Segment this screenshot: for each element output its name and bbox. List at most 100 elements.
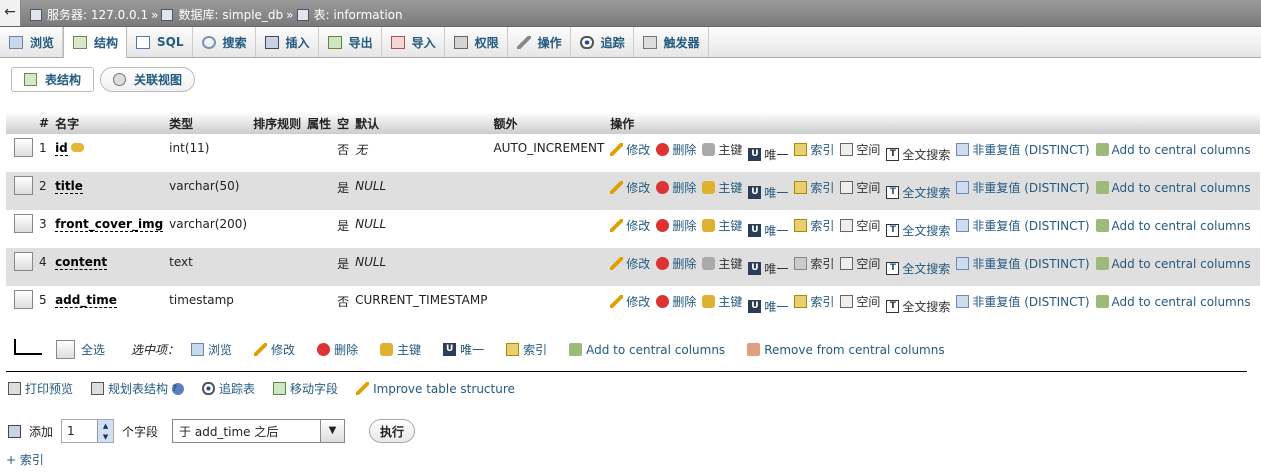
link-label: 移动字段 <box>290 382 339 396</box>
link-label: 全文搜索 <box>902 148 951 162</box>
distinct-link[interactable]: 非重复值 (DISTINCT) <box>956 255 1090 272</box>
row-actions: 修改 删除 主键 U 唯一 索引 空间 T 全文搜索 非重复值 (DISTINCT) Add to … <box>607 210 1259 248</box>
column-name[interactable]: content <box>55 255 108 270</box>
distinct-link[interactable]: 非重复值 (DISTINCT) <box>956 293 1090 310</box>
change-link[interactable]: 修改 <box>610 293 650 310</box>
spin-down-icon[interactable]: ▼ <box>103 433 108 441</box>
column-type: text <box>166 248 251 286</box>
relation-view-button[interactable]: 关联视图 <box>100 67 196 92</box>
improve-structure-link[interactable]: Improve table structure <box>356 380 515 397</box>
go-button[interactable]: 执行 <box>369 419 416 443</box>
chevron-down-icon[interactable]: ▼ <box>320 420 345 442</box>
fulltext-link[interactable]: T 全文搜索 <box>886 184 950 201</box>
unique-link[interactable]: U 唯一 <box>748 184 788 201</box>
tab-insert[interactable]: 插入 <box>256 27 319 57</box>
link-label: 索引 <box>810 257 835 271</box>
tab-operations[interactable]: 操作 <box>508 27 571 57</box>
bulk-unique-button[interactable]: U 唯一 <box>443 341 484 358</box>
column-name[interactable]: add_time <box>55 293 117 308</box>
bulk-primary-button[interactable]: 主键 <box>380 341 421 358</box>
row-checkbox[interactable] <box>14 214 33 233</box>
position-select[interactable]: 于 add_time 之后 ▼ <box>172 419 346 443</box>
drop-link[interactable]: 删除 <box>656 217 696 234</box>
central-columns-link[interactable]: Add to central columns <box>1095 257 1251 271</box>
index-link[interactable]: 索引 <box>794 217 834 234</box>
column-type: int(11) <box>169 141 210 155</box>
tab-label: 导出 <box>348 35 373 50</box>
breadcrumb-server[interactable]: 服务器: 127.0.0.1 <box>47 6 148 23</box>
fulltext-link[interactable]: T 全文搜索 <box>886 260 950 277</box>
add-index-link[interactable]: + 索引 <box>6 451 44 468</box>
column-name[interactable]: front_cover_img <box>55 217 164 232</box>
distinct-link[interactable]: 非重复值 (DISTINCT) <box>956 141 1090 158</box>
column-count-stepper[interactable]: 1 ▲ ▼ <box>61 419 115 443</box>
column-name[interactable]: id <box>55 141 68 156</box>
bulk-change-button[interactable]: 修改 <box>254 341 295 358</box>
table-structure-button[interactable]: 表结构 <box>11 67 95 92</box>
tab-privileges[interactable]: 权限 <box>445 27 508 57</box>
move-columns-link[interactable]: 移动字段 <box>273 380 338 397</box>
tab-export[interactable]: 导出 <box>319 27 382 57</box>
table-row: 1 id int(11) 否 无 AUTO_INCREMENT 修改 删除 主键 U 唯… <box>6 134 1260 172</box>
back-arrow-icon[interactable]: ← <box>0 0 21 26</box>
change-link[interactable]: 修改 <box>610 179 650 196</box>
unique-link: U 唯一 <box>748 260 788 277</box>
link-label: 主键 <box>718 295 743 309</box>
bulk-index-button[interactable]: 索引 <box>506 341 547 358</box>
tab-triggers[interactable]: 触发器 <box>634 27 709 57</box>
distinct-link[interactable]: 非重复值 (DISTINCT) <box>956 179 1090 196</box>
fulltext-link[interactable]: T 全文搜索 <box>886 222 950 239</box>
help-icon[interactable]: ? <box>172 382 185 395</box>
unique-link[interactable]: U 唯一 <box>748 222 788 239</box>
link-label: 唯一 <box>764 148 789 162</box>
propose-structure-link[interactable]: 规划表结构? <box>91 380 185 397</box>
header-default: 默认 <box>352 112 491 134</box>
check-all-label[interactable]: 全选 <box>81 341 105 358</box>
central-columns-link[interactable]: Add to central columns <box>1095 219 1251 233</box>
primary-link[interactable]: 主键 <box>702 179 742 196</box>
primary-link[interactable]: 主键 <box>702 293 742 310</box>
breadcrumb-table[interactable]: 表: information <box>314 6 403 23</box>
unique-link[interactable]: U 唯一 <box>748 298 788 315</box>
print-view-link[interactable]: 打印预览 <box>8 380 73 397</box>
central-columns-link[interactable]: Add to central columns <box>1095 181 1251 195</box>
bulk-browse-button[interactable]: 浏览 <box>191 341 232 358</box>
tab-search[interactable]: 搜索 <box>193 27 256 57</box>
link-label: 唯一 <box>764 186 789 200</box>
row-checkbox[interactable] <box>14 290 33 309</box>
change-link[interactable]: 修改 <box>610 141 650 158</box>
spin-up-icon[interactable]: ▲ <box>103 422 108 430</box>
index-link[interactable]: 索引 <box>794 141 834 158</box>
drop-link[interactable]: 删除 <box>656 293 696 310</box>
central-columns-link[interactable]: Add to central columns <box>1095 143 1251 157</box>
check-all-checkbox[interactable] <box>56 340 75 359</box>
tab-tracking[interactable]: 追踪 <box>571 27 634 57</box>
spinner[interactable]: ▲ ▼ <box>97 420 114 442</box>
drop-link[interactable]: 删除 <box>656 179 696 196</box>
drop-link[interactable]: 删除 <box>656 141 696 158</box>
row-checkbox[interactable] <box>14 138 33 157</box>
drop-link[interactable]: 删除 <box>656 255 696 272</box>
breadcrumb-database[interactable]: 数据库: simple_db <box>178 6 283 23</box>
index-link[interactable]: 索引 <box>794 293 834 310</box>
track-table-link[interactable]: 追踪表 <box>202 380 255 397</box>
row-checkbox[interactable] <box>14 176 33 195</box>
index-link[interactable]: 索引 <box>794 179 834 196</box>
change-link[interactable]: 修改 <box>610 217 650 234</box>
bulk-remove-central-button[interactable]: Remove from central columns <box>747 343 945 357</box>
column-name[interactable]: title <box>55 179 83 194</box>
bulk-add-central-button[interactable]: Add to central columns <box>569 343 725 357</box>
tab-browse[interactable]: 浏览 <box>0 27 64 57</box>
pencil-icon <box>610 219 624 232</box>
distinct-link[interactable]: 非重复值 (DISTINCT) <box>956 217 1090 234</box>
row-checkbox[interactable] <box>14 252 33 271</box>
tab-structure[interactable]: 结构 <box>63 27 128 58</box>
column-collation <box>250 134 304 172</box>
primary-link[interactable]: 主键 <box>702 217 742 234</box>
bulk-drop-button[interactable]: 删除 <box>317 341 358 358</box>
central-columns-link[interactable]: Add to central columns <box>1095 295 1251 309</box>
column-extra <box>490 248 608 286</box>
tab-sql[interactable]: SQL <box>127 27 193 57</box>
tab-import[interactable]: 导入 <box>382 27 445 57</box>
change-link[interactable]: 修改 <box>610 255 650 272</box>
